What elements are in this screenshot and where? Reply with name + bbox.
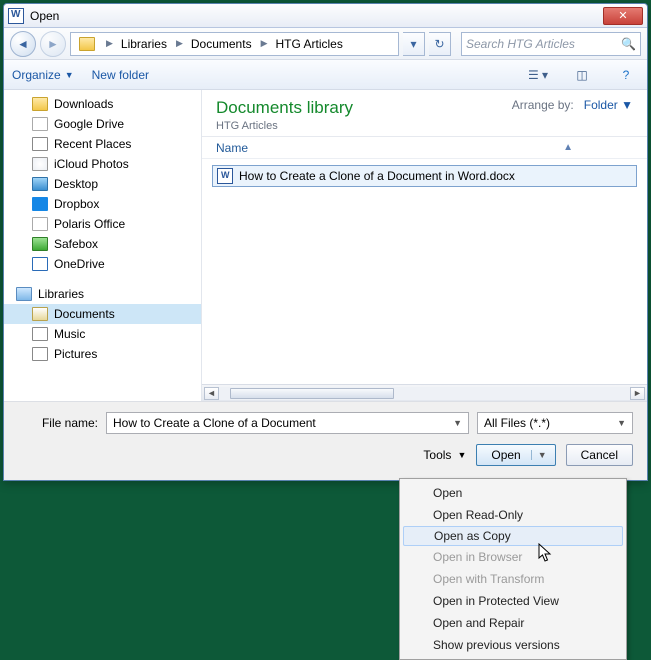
bottom-panel: File name: How to Create a Clone of a Do… bbox=[4, 401, 647, 480]
forward-button[interactable]: ► bbox=[40, 31, 66, 57]
libraries-icon bbox=[79, 37, 95, 51]
tree-documents[interactable]: Documents bbox=[4, 304, 201, 324]
file-name: How to Create a Clone of a Document in W… bbox=[239, 169, 515, 183]
help-button[interactable]: ? bbox=[613, 64, 639, 86]
filename-label: File name: bbox=[18, 416, 98, 430]
tools-menu[interactable]: Tools ▼ bbox=[423, 448, 466, 462]
chevron-icon: ▶ bbox=[174, 38, 185, 49]
tree-desktop[interactable]: Desktop bbox=[4, 174, 201, 194]
file-row[interactable]: How to Create a Clone of a Document in W… bbox=[212, 165, 637, 187]
chevron-icon: ▶ bbox=[104, 38, 115, 49]
open-button[interactable]: Open▼ bbox=[476, 444, 555, 466]
crumb-libraries[interactable]: Libraries bbox=[115, 33, 174, 55]
word-doc-icon bbox=[217, 168, 233, 184]
tree-onedrive[interactable]: OneDrive bbox=[4, 254, 201, 274]
menu-show-previous-versions[interactable]: Show previous versions bbox=[403, 634, 623, 656]
tree-downloads[interactable]: Downloads bbox=[4, 94, 201, 114]
menu-open-in-browser: Open in Browser bbox=[403, 546, 623, 568]
tree-libraries[interactable]: Libraries bbox=[4, 284, 201, 304]
library-subtitle: HTG Articles bbox=[216, 120, 353, 132]
menu-open-and-repair[interactable]: Open and Repair bbox=[403, 612, 623, 634]
menu-open[interactable]: Open bbox=[403, 482, 623, 504]
chevron-down-icon[interactable]: ▼ bbox=[617, 418, 626, 428]
refresh-button[interactable]: ↻ bbox=[429, 32, 451, 56]
open-dropdown-icon[interactable]: ▼ bbox=[531, 450, 547, 460]
preview-pane-button[interactable]: ◫ bbox=[569, 64, 595, 86]
filename-input[interactable]: How to Create a Clone of a Document▼ bbox=[106, 412, 469, 434]
menu-open-readonly[interactable]: Open Read-Only bbox=[403, 504, 623, 526]
crumb-htg[interactable]: HTG Articles bbox=[270, 33, 350, 55]
search-placeholder: Search HTG Articles bbox=[466, 37, 575, 51]
horizontal-scrollbar[interactable]: ◄ ► bbox=[202, 384, 647, 401]
sort-indicator-icon: ▲ bbox=[563, 142, 633, 153]
menu-open-protected-view[interactable]: Open in Protected View bbox=[403, 590, 623, 612]
tree-safebox[interactable]: Safebox bbox=[4, 234, 201, 254]
titlebar: Open ✕ bbox=[4, 4, 647, 28]
file-list[interactable]: How to Create a Clone of a Document in W… bbox=[202, 159, 647, 384]
word-icon bbox=[8, 8, 24, 24]
window-title: Open bbox=[30, 9, 603, 23]
arrange-dropdown[interactable]: Folder ▼ bbox=[584, 98, 633, 112]
crumb-documents[interactable]: Documents bbox=[185, 33, 259, 55]
back-button[interactable]: ◄ bbox=[10, 31, 36, 57]
search-input[interactable]: Search HTG Articles 🔍 bbox=[461, 32, 641, 56]
tree-dropbox[interactable]: Dropbox bbox=[4, 194, 201, 214]
scroll-thumb[interactable] bbox=[230, 388, 394, 399]
column-header-name[interactable]: Name ▲ bbox=[202, 137, 647, 159]
tree-pictures[interactable]: Pictures bbox=[4, 344, 201, 364]
tree-recent[interactable]: Recent Places bbox=[4, 134, 201, 154]
scroll-right-icon[interactable]: ► bbox=[630, 387, 645, 400]
new-folder-button[interactable]: New folder bbox=[92, 68, 149, 82]
library-title: Documents library bbox=[216, 98, 353, 118]
navbar: ◄ ► ▶ Libraries ▶ Documents ▶ HTG Articl… bbox=[4, 28, 647, 60]
filetype-dropdown[interactable]: All Files (*.*)▼ bbox=[477, 412, 633, 434]
close-button[interactable]: ✕ bbox=[603, 7, 643, 25]
tree-icloud[interactable]: iCloud Photos bbox=[4, 154, 201, 174]
tree-google-drive[interactable]: Google Drive bbox=[4, 114, 201, 134]
chevron-icon: ▶ bbox=[259, 38, 270, 49]
tree-music[interactable]: Music bbox=[4, 324, 201, 344]
search-icon: 🔍 bbox=[621, 37, 636, 51]
nav-tree[interactable]: Downloads Google Drive Recent Places iCl… bbox=[4, 90, 202, 401]
open-dropdown-menu: Open Open Read-Only Open as Copy Open in… bbox=[399, 478, 627, 660]
organize-menu[interactable]: Organize▼ bbox=[12, 68, 74, 82]
view-button[interactable]: ☰ ▾ bbox=[525, 64, 551, 86]
menu-open-with-transform: Open with Transform bbox=[403, 568, 623, 590]
cancel-button[interactable]: Cancel bbox=[566, 444, 633, 466]
toolbar: Organize▼ New folder ☰ ▾ ◫ ? bbox=[4, 60, 647, 90]
address-bar[interactable]: ▶ Libraries ▶ Documents ▶ HTG Articles bbox=[70, 32, 399, 56]
file-area: Documents library HTG Articles Arrange b… bbox=[202, 90, 647, 401]
scroll-left-icon[interactable]: ◄ bbox=[204, 387, 219, 400]
history-dropdown[interactable]: ▾ bbox=[403, 32, 425, 56]
open-dialog: Open ✕ ◄ ► ▶ Libraries ▶ Documents ▶ HTG… bbox=[3, 3, 648, 481]
arrange-label: Arrange by: bbox=[512, 98, 574, 112]
menu-open-as-copy[interactable]: Open as Copy bbox=[403, 526, 623, 546]
tree-polaris[interactable]: Polaris Office bbox=[4, 214, 201, 234]
chevron-down-icon[interactable]: ▼ bbox=[453, 418, 462, 428]
